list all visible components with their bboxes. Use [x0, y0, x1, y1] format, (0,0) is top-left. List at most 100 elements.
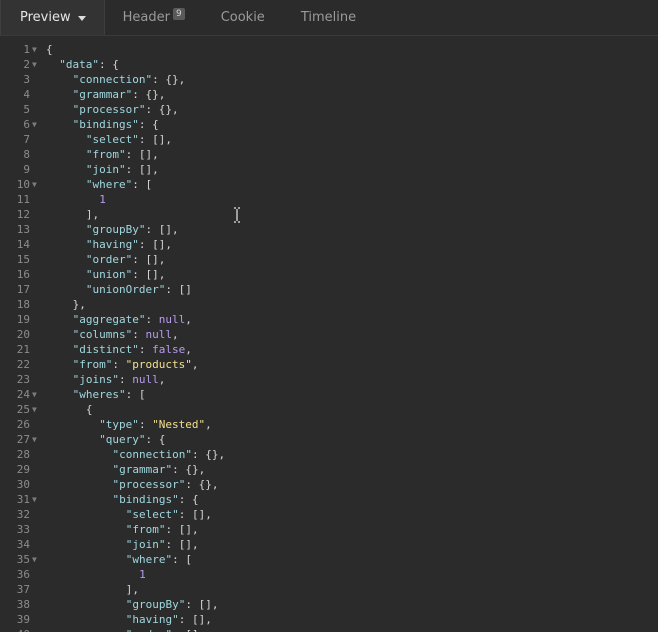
code-token: : [145, 313, 159, 326]
code-token: "from" [72, 358, 113, 371]
code-token: ], [85, 208, 100, 221]
fold-toggle-icon[interactable]: ▼ [32, 42, 37, 57]
code-token: "where" [125, 553, 173, 566]
line-number: 12 [16, 208, 30, 221]
code-line: 4 "grammar": {}, [0, 87, 658, 102]
tab-header[interactable]: Header 9 [105, 0, 203, 35]
code-text: "from": "products", [73, 357, 199, 372]
code-line: 35 ▼ "where": [ [0, 552, 658, 567]
code-line: 33 "from": [], [0, 522, 658, 537]
code-token: "Nested" [152, 418, 206, 431]
code-token: 1 [139, 568, 146, 581]
fold-toggle-icon[interactable]: ▼ [32, 552, 37, 567]
line-number: 27 [16, 433, 30, 446]
code-line: 1 ▼ { [0, 42, 658, 57]
code-token: : { [145, 433, 166, 446]
code-token: : { [99, 58, 119, 71]
code-token: : [], [132, 253, 166, 266]
code-token: "data" [59, 58, 100, 71]
code-line: 36 1 [0, 567, 658, 582]
code-token: "products" [125, 358, 192, 371]
code-token: , [171, 328, 179, 341]
code-token: : [] [165, 283, 192, 296]
code-text: "data": { [59, 57, 119, 72]
fold-toggle-icon[interactable]: ▼ [32, 177, 37, 192]
line-number: 22 [16, 358, 30, 371]
code-line: 20 "columns": null, [0, 327, 658, 342]
line-number: 21 [16, 343, 30, 356]
code-line: 34 "join": [], [0, 537, 658, 552]
code-text: "grammar": {}, [73, 87, 166, 102]
code-text: "columns": null, [73, 327, 179, 342]
line-number: 1 [23, 43, 30, 56]
line-number: 36 [16, 568, 30, 581]
code-token: null [132, 373, 159, 386]
tab-preview[interactable]: Preview [0, 0, 105, 35]
code-text: "where": [ [126, 552, 192, 567]
line-number: 7 [23, 133, 30, 146]
code-text: { [46, 42, 53, 57]
code-text: "grammar": {}, [113, 462, 206, 477]
code-token: , [185, 313, 192, 326]
code-line: 40 "order": [] [0, 627, 658, 632]
line-number: 37 [16, 583, 30, 596]
tab-preview-label: Preview [20, 10, 71, 25]
fold-toggle-icon[interactable]: ▼ [32, 402, 37, 417]
code-text: "query": { [99, 432, 165, 447]
code-token: "join" [85, 163, 126, 176]
code-token: : {}, [145, 103, 179, 116]
code-text: ], [86, 207, 99, 222]
code-token: }, [72, 298, 86, 311]
code-token: : [], [125, 163, 159, 176]
code-token: : [], [145, 223, 179, 236]
code-line: 27 ▼ "query": { [0, 432, 658, 447]
code-line: 17 "unionOrder": [] [0, 282, 658, 297]
code-text: "having": [], [126, 612, 212, 627]
code-text: "join": [], [86, 162, 159, 177]
code-line: 18}, [0, 297, 658, 312]
code-token: : [], [125, 148, 159, 161]
code-line: 24 ▼ "wheres": [ [0, 387, 658, 402]
json-preview-editor[interactable]: 1 ▼{2 ▼ "data": {3 "connection": {}, 4 "gramma… [0, 37, 658, 632]
line-number: 23 [16, 373, 30, 386]
code-token: : {}, [191, 448, 226, 461]
fold-toggle-icon[interactable]: ▼ [32, 117, 37, 132]
tab-timeline[interactable]: Timeline [283, 0, 374, 35]
tab-cookie[interactable]: Cookie [203, 0, 283, 35]
code-token: 1 [99, 193, 106, 206]
code-text: "type": "Nested", [99, 417, 212, 432]
chevron-down-icon[interactable] [77, 15, 86, 21]
code-line: 9 "join": [], [0, 162, 658, 177]
line-number: 14 [16, 238, 30, 251]
fold-toggle-icon[interactable]: ▼ [32, 387, 37, 402]
line-number: 26 [16, 418, 30, 431]
fold-toggle-icon[interactable]: ▼ [32, 492, 37, 507]
fold-toggle-icon[interactable]: ▼ [32, 432, 37, 447]
code-token: null [145, 328, 172, 341]
code-token: "union" [85, 268, 133, 281]
code-token: , [158, 373, 166, 386]
code-token: "where" [85, 178, 133, 191]
tab-timeline-label: Timeline [300, 10, 357, 25]
code-line: 3 "connection": {}, [0, 72, 658, 87]
code-line: 6 ▼ "bindings": { [0, 117, 658, 132]
code-line: 31 ▼ "bindings": { [0, 492, 658, 507]
code-token: ], [125, 583, 140, 596]
line-number: 29 [16, 463, 30, 476]
tab-header-label: Header [122, 10, 170, 25]
fold-toggle-icon[interactable]: ▼ [32, 57, 37, 72]
line-number: 9 [23, 163, 30, 176]
code-token: "from" [125, 523, 166, 536]
code-token: : [132, 328, 146, 341]
code-token: "select" [125, 508, 179, 521]
code-token: : [] [172, 628, 199, 632]
line-number: 2 [23, 58, 30, 71]
code-text: "processor": {}, [113, 477, 219, 492]
code-text: "wheres": [ [73, 387, 146, 402]
code-text: "joins": null, [73, 372, 166, 387]
code-token: : {}, [172, 463, 206, 476]
code-line: 38 "groupBy": [], [0, 597, 658, 612]
code-token: : [], [178, 613, 212, 626]
code-line: 22 "from": "products", [0, 357, 658, 372]
code-line: 25 ▼ { [0, 402, 658, 417]
